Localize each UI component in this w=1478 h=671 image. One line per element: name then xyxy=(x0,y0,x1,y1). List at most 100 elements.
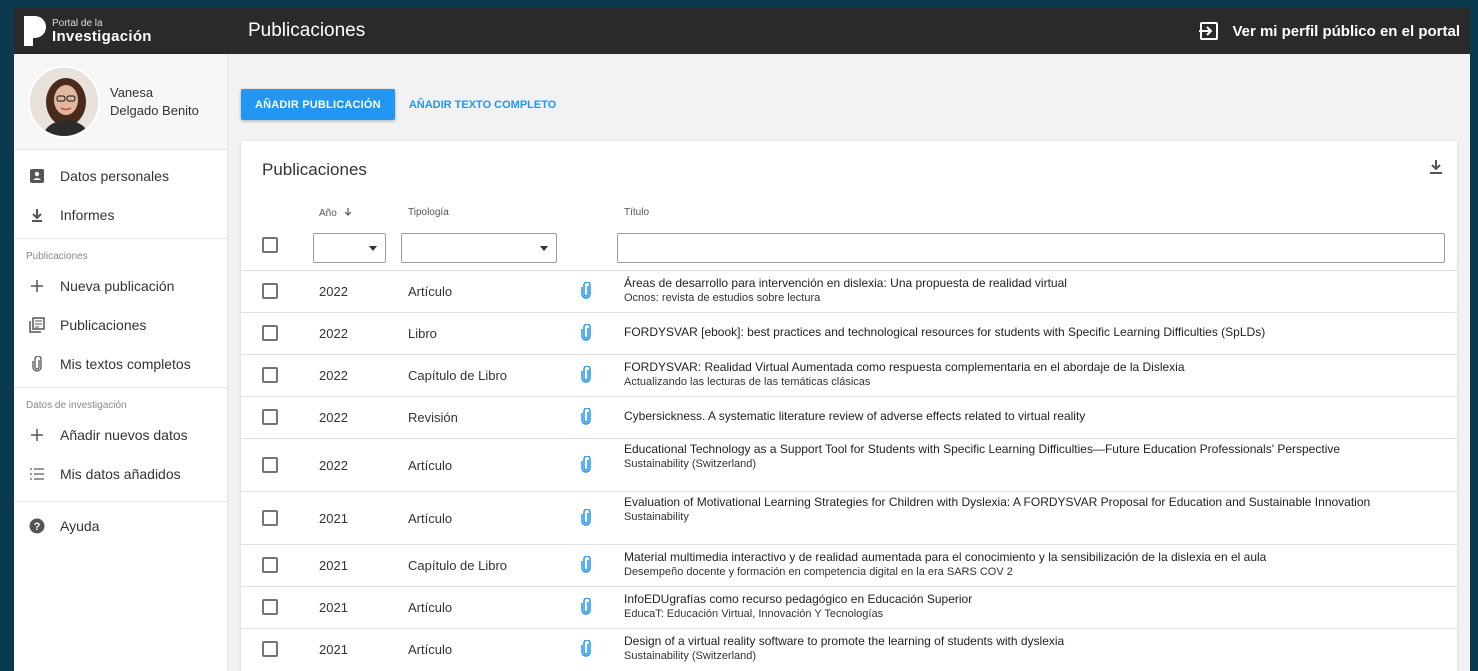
sidebar-item-label: Informes xyxy=(60,206,115,223)
row-type: Artículo xyxy=(408,600,453,615)
sidebar-item-label: Mis textos completos xyxy=(60,355,191,372)
sidebar-item-ayuda[interactable]: ? Ayuda xyxy=(14,506,227,545)
sidebar-item-label: Nueva publicación xyxy=(60,277,175,294)
card-title: Publicaciones xyxy=(262,160,367,179)
table-row[interactable]: 2021 Artículo Evaluation of Motivational… xyxy=(241,491,1457,544)
row-year: 2022 xyxy=(319,410,348,425)
sidebar-item-datos-personales[interactable]: Datos personales xyxy=(14,156,227,195)
sidebar-section-datos: Datos de investigación xyxy=(14,387,227,415)
row-checkbox[interactable] xyxy=(262,510,278,526)
sidebar-item-mis-textos-completos[interactable]: Mis textos completos xyxy=(14,344,227,383)
action-bar: AÑADIR PUBLICACIÓN AÑADIR TEXTO COMPLETO xyxy=(241,89,570,120)
sidebar-item-informes[interactable]: Informes xyxy=(14,195,227,234)
column-header-year-label: Año xyxy=(319,208,337,219)
id-card-icon xyxy=(28,167,46,185)
row-title[interactable]: Cybersickness. A systematic literature r… xyxy=(624,409,1424,424)
table-row[interactable]: 2022 Revisión Cybersickness. A systemati… xyxy=(241,396,1457,438)
sidebar-item-nueva-publicacion[interactable]: Nueva publicación xyxy=(14,266,227,305)
row-source: Sustainability xyxy=(624,511,689,523)
table-row[interactable]: 2022 Libro FORDYSVAR [ebook]: best pract… xyxy=(241,312,1457,354)
column-header-type[interactable]: Tipología xyxy=(408,207,449,218)
publications-card: Publicaciones Año Tipología Título 2022 … xyxy=(241,141,1457,671)
table-row[interactable]: 2022 Artículo Educational Technology as … xyxy=(241,438,1457,491)
table-row[interactable]: 2021 Artículo InfoEDUgrafías como recurs… xyxy=(241,586,1457,628)
portal-logo[interactable]: Portal de la Investigación xyxy=(14,8,228,54)
row-checkbox[interactable] xyxy=(262,325,278,341)
row-checkbox[interactable] xyxy=(262,641,278,657)
sort-down-icon xyxy=(344,208,352,216)
logo-small-text: Portal de la xyxy=(52,17,103,29)
row-type: Capítulo de Libro xyxy=(408,368,508,383)
add-publication-button[interactable]: AÑADIR PUBLICACIÓN xyxy=(241,89,395,120)
row-checkbox[interactable] xyxy=(262,557,278,573)
sidebar-item-label: Datos personales xyxy=(60,167,169,184)
add-fulltext-button[interactable]: AÑADIR TEXTO COMPLETO xyxy=(395,89,571,120)
table-row[interactable]: 2022 Artículo Áreas de desarrollo para i… xyxy=(241,270,1457,312)
row-title[interactable]: Evaluation of Motivational Learning Stra… xyxy=(624,495,1424,510)
row-checkbox[interactable] xyxy=(262,457,278,473)
sidebar-item-label: Añadir nuevos datos xyxy=(60,426,188,443)
sidebar-item-publicaciones[interactable]: Publicaciones xyxy=(14,305,227,344)
row-checkbox[interactable] xyxy=(262,367,278,383)
avatar xyxy=(28,65,100,138)
sidebar-item-label: Ayuda xyxy=(60,517,100,534)
row-source: Sustainability (Switzerland) xyxy=(624,458,757,470)
paperclip-icon[interactable] xyxy=(580,508,592,532)
filter-row xyxy=(241,231,1457,267)
help-circle-icon: ? xyxy=(28,517,46,535)
row-year: 2021 xyxy=(319,642,348,657)
row-checkbox[interactable] xyxy=(262,599,278,615)
paperclip-icon[interactable] xyxy=(580,639,592,663)
paperclip-icon[interactable] xyxy=(580,407,592,431)
paperclip-icon[interactable] xyxy=(580,455,592,479)
row-type: Artículo xyxy=(408,458,453,473)
publications-table-body: 2022 Artículo Áreas de desarrollo para i… xyxy=(241,270,1457,670)
row-type: Libro xyxy=(408,326,437,341)
row-source: EducaT: Educación Virtual, Innovación Y … xyxy=(624,608,884,620)
sidebar-item-label: Publicaciones xyxy=(60,316,147,333)
chevron-down-icon xyxy=(540,246,548,251)
row-source: Actualizando las lecturas de las temátic… xyxy=(624,376,871,388)
paperclip-icon[interactable] xyxy=(580,365,592,389)
row-year: 2022 xyxy=(319,368,348,383)
paperclip-icon xyxy=(28,355,46,373)
library-icon xyxy=(28,316,46,334)
row-title[interactable]: InfoEDUgrafías como recurso pedagógico e… xyxy=(624,592,1424,607)
row-title[interactable]: FORDYSVAR [ebook]: best practices and te… xyxy=(624,325,1424,340)
download-icon[interactable] xyxy=(1429,159,1443,180)
row-checkbox[interactable] xyxy=(262,283,278,299)
row-title[interactable]: Educational Technology as a Support Tool… xyxy=(624,442,1424,457)
column-header-year[interactable]: Año xyxy=(319,207,353,219)
row-title[interactable]: Design of a virtual reality software to … xyxy=(624,634,1424,649)
column-header-title[interactable]: Título xyxy=(624,207,649,218)
row-title[interactable]: Áreas de desarrollo para intervención en… xyxy=(624,276,1424,291)
user-first-name: Vanesa xyxy=(110,84,154,100)
public-profile-link[interactable]: Ver mi perfil público en el portal xyxy=(1198,20,1460,42)
list-icon xyxy=(28,465,46,483)
chevron-down-icon xyxy=(369,246,377,251)
year-filter-select[interactable] xyxy=(313,233,386,263)
paperclip-icon[interactable] xyxy=(580,597,592,621)
paperclip-icon[interactable] xyxy=(580,555,592,579)
row-title[interactable]: FORDYSVAR: Realidad Virtual Aumentada co… xyxy=(624,360,1424,375)
sidebar-item-mis-datos-anadidos[interactable]: Mis datos añadidos xyxy=(14,454,227,493)
type-filter-select[interactable] xyxy=(401,233,557,263)
sidebar-item-label: Mis datos añadidos xyxy=(60,465,181,482)
table-row[interactable]: 2022 Capítulo de Libro FORDYSVAR: Realid… xyxy=(241,354,1457,396)
row-source: Desempeño docente y formación en compete… xyxy=(624,566,1013,578)
page-title: Publicaciones xyxy=(248,20,366,41)
row-type: Artículo xyxy=(408,642,453,657)
select-all-checkbox[interactable] xyxy=(262,237,278,253)
public-profile-label: Ver mi perfil público en el portal xyxy=(1232,22,1460,40)
row-source: Sustainability (Switzerland) xyxy=(624,650,757,662)
row-title[interactable]: Material multimedia interactivo y de rea… xyxy=(624,550,1424,565)
paperclip-icon[interactable] xyxy=(580,323,592,347)
table-row[interactable]: 2021 Capítulo de Libro Material multimed… xyxy=(241,544,1457,586)
paperclip-icon[interactable] xyxy=(580,281,592,305)
title-filter-input[interactable] xyxy=(617,233,1445,263)
login-arrow-icon xyxy=(1199,22,1219,40)
sidebar-item-anadir-nuevos-datos[interactable]: Añadir nuevos datos xyxy=(14,415,227,454)
svg-text:?: ? xyxy=(34,521,41,533)
row-checkbox[interactable] xyxy=(262,409,278,425)
table-row[interactable]: 2021 Artículo Design of a virtual realit… xyxy=(241,628,1457,670)
